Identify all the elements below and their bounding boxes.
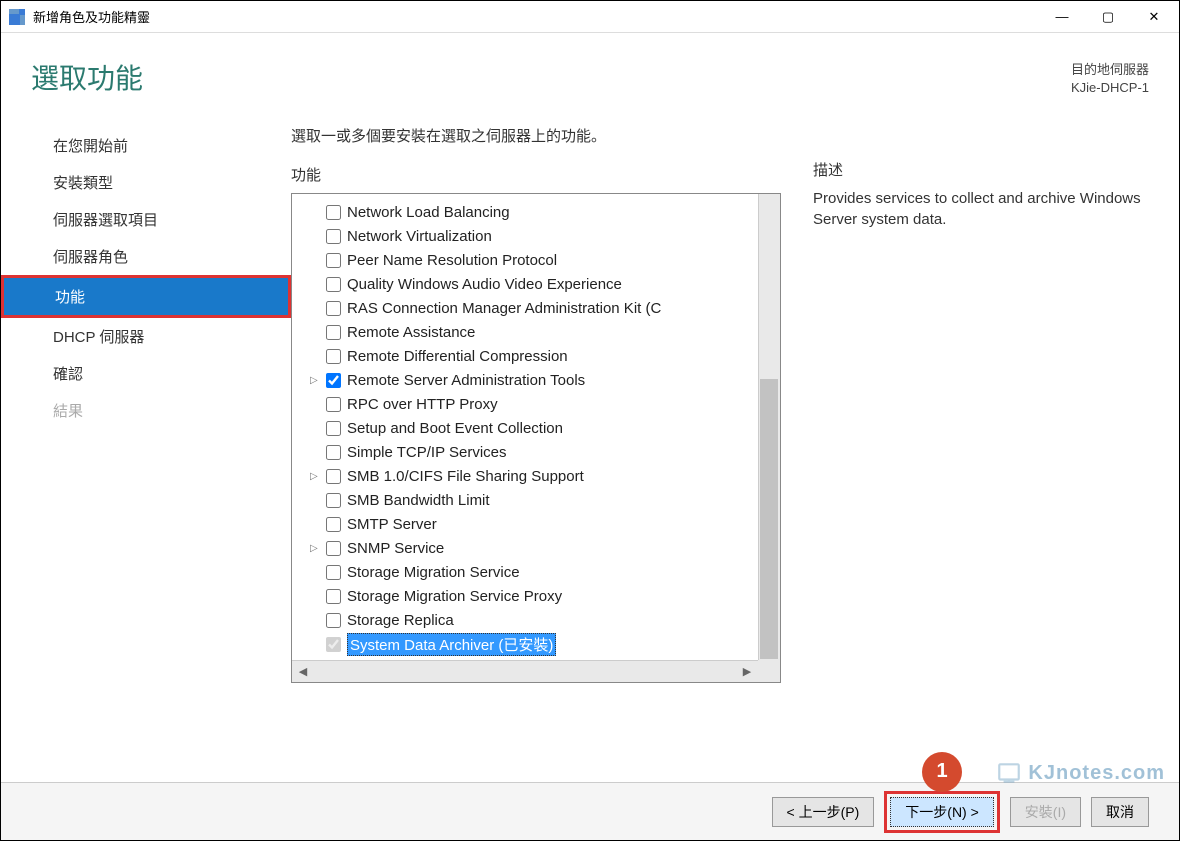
next-button[interactable]: 下一步(N) >: [890, 797, 994, 827]
feature-row[interactable]: Simple TCP/IP Services: [296, 440, 780, 464]
feature-row[interactable]: Storage Replica: [296, 608, 780, 632]
wizard-footer: < 上一步(P) 1 下一步(N) > 安裝(I) 取消: [1, 782, 1179, 840]
feature-checkbox[interactable]: [326, 589, 341, 604]
feature-checkbox[interactable]: [326, 397, 341, 412]
instruction-text: 選取一或多個要安裝在選取之伺服器上的功能。: [291, 125, 781, 164]
feature-label: Storage Migration Service Proxy: [347, 588, 562, 605]
titlebar: 新增角色及功能精靈 — ▢ ✕: [1, 1, 1179, 33]
feature-label: SMB Bandwidth Limit: [347, 492, 490, 509]
feature-label: Remote Differential Compression: [347, 348, 568, 365]
expand-icon[interactable]: ▷: [310, 543, 322, 554]
vertical-scrollbar[interactable]: [758, 194, 780, 660]
expand-icon[interactable]: ▷: [310, 375, 322, 386]
feature-label: Simple TCP/IP Services: [347, 444, 507, 461]
sidebar-item-features[interactable]: 功能: [1, 275, 291, 318]
feature-checkbox[interactable]: [326, 325, 341, 340]
feature-label: System Data Archiver (已安裝): [347, 633, 556, 656]
previous-button[interactable]: < 上一步(P): [772, 797, 875, 827]
feature-checkbox[interactable]: [326, 445, 341, 460]
feature-row[interactable]: ▷ SNMP Service: [296, 536, 780, 560]
minimize-button[interactable]: —: [1039, 2, 1085, 32]
feature-checkbox[interactable]: [326, 277, 341, 292]
feature-label: Setup and Boot Event Collection: [347, 420, 563, 437]
feature-checkbox[interactable]: [326, 493, 341, 508]
feature-row[interactable]: Quality Windows Audio Video Experience: [296, 272, 780, 296]
feature-row[interactable]: RPC over HTTP Proxy: [296, 392, 780, 416]
feature-row[interactable]: ▷ SMB 1.0/CIFS File Sharing Support: [296, 464, 780, 488]
feature-label: Remote Assistance: [347, 324, 475, 341]
destination-value: KJie-DHCP-1: [1071, 79, 1149, 97]
feature-label: Remote Server Administration Tools: [347, 372, 585, 389]
feature-label: RPC over HTTP Proxy: [347, 396, 498, 413]
sidebar-item-confirmation[interactable]: 確認: [1, 355, 291, 392]
app-icon: [9, 9, 25, 25]
expand-icon[interactable]: ▷: [310, 471, 322, 482]
sidebar-item-install-type[interactable]: 安裝類型: [1, 164, 291, 201]
window-controls: — ▢ ✕: [1039, 2, 1177, 32]
feature-label: SMTP Server: [347, 516, 437, 533]
cancel-button[interactable]: 取消: [1091, 797, 1149, 827]
feature-checkbox[interactable]: [326, 229, 341, 244]
feature-checkbox[interactable]: [326, 253, 341, 268]
feature-checkbox[interactable]: [326, 541, 341, 556]
feature-row[interactable]: Peer Name Resolution Protocol: [296, 248, 780, 272]
horizontal-scrollbar[interactable]: ◀ ▶: [292, 660, 758, 682]
feature-row[interactable]: SMB Bandwidth Limit: [296, 488, 780, 512]
feature-checkbox: [326, 637, 341, 652]
feature-label: Network Virtualization: [347, 228, 492, 245]
feature-row[interactable]: RAS Connection Manager Administration Ki…: [296, 296, 780, 320]
install-button: 安裝(I): [1010, 797, 1081, 827]
watermark: KJnotes.com: [996, 760, 1165, 786]
feature-checkbox[interactable]: [326, 613, 341, 628]
feature-checkbox[interactable]: [326, 205, 341, 220]
feature-row[interactable]: Remote Differential Compression: [296, 344, 780, 368]
description-text: Provides services to collect and archive…: [813, 188, 1149, 230]
feature-row[interactable]: Setup and Boot Event Collection: [296, 416, 780, 440]
destination-label: 目的地伺服器: [1071, 61, 1149, 79]
features-tree[interactable]: Network Load Balancing Network Virtualiza…: [291, 193, 781, 683]
feature-checkbox[interactable]: [326, 301, 341, 316]
feature-row[interactable]: ▷ Remote Server Administration Tools: [296, 368, 780, 392]
features-label: 功能: [291, 164, 781, 193]
scroll-left-icon[interactable]: ◀: [292, 665, 314, 678]
feature-row[interactable]: Storage Migration Service Proxy: [296, 584, 780, 608]
page-title: 選取功能: [31, 57, 1149, 97]
destination-info: 目的地伺服器 KJie-DHCP-1: [1071, 61, 1149, 97]
page-header: 選取功能 目的地伺服器 KJie-DHCP-1: [1, 33, 1179, 97]
feature-label: SMB 1.0/CIFS File Sharing Support: [347, 468, 584, 485]
feature-checkbox[interactable]: [326, 565, 341, 580]
feature-row[interactable]: Network Load Balancing: [296, 200, 780, 224]
wizard-sidebar: 在您開始前 安裝類型 伺服器選取項目 伺服器角色 功能 DHCP 伺服器 確認 …: [1, 125, 291, 683]
feature-label: Storage Replica: [347, 612, 454, 629]
feature-row[interactable]: Remote Assistance: [296, 320, 780, 344]
maximize-button[interactable]: ▢: [1085, 2, 1131, 32]
scroll-right-icon[interactable]: ▶: [736, 665, 758, 678]
sidebar-item-server-roles[interactable]: 伺服器角色: [1, 238, 291, 275]
feature-checkbox[interactable]: [326, 421, 341, 436]
feature-row[interactable]: Storage Migration Service: [296, 560, 780, 584]
close-button[interactable]: ✕: [1131, 2, 1177, 32]
window-title: 新增角色及功能精靈: [33, 7, 150, 26]
annotation-badge: 1: [922, 752, 962, 792]
scrollbar-thumb[interactable]: [760, 379, 778, 659]
feature-label: SNMP Service: [347, 540, 444, 557]
next-button-highlight: 1 下一步(N) >: [884, 791, 1000, 833]
feature-label: Network Load Balancing: [347, 204, 510, 221]
sidebar-item-results: 結果: [1, 392, 291, 429]
feature-label: RAS Connection Manager Administration Ki…: [347, 300, 661, 317]
description-label: 描述: [813, 159, 1149, 188]
feature-label: Storage Migration Service: [347, 564, 520, 581]
feature-row[interactable]: SMTP Server: [296, 512, 780, 536]
sidebar-item-server-selection[interactable]: 伺服器選取項目: [1, 201, 291, 238]
sidebar-item-before-begin[interactable]: 在您開始前: [1, 127, 291, 164]
feature-checkbox[interactable]: [326, 349, 341, 364]
feature-row[interactable]: System Data Archiver (已安裝): [296, 632, 780, 656]
feature-checkbox[interactable]: [326, 469, 341, 484]
feature-checkbox[interactable]: [326, 517, 341, 532]
feature-label: Quality Windows Audio Video Experience: [347, 276, 622, 293]
sidebar-item-dhcp-server[interactable]: DHCP 伺服器: [1, 318, 291, 355]
feature-row[interactable]: Network Virtualization: [296, 224, 780, 248]
feature-label: Peer Name Resolution Protocol: [347, 252, 557, 269]
feature-checkbox[interactable]: [326, 373, 341, 388]
